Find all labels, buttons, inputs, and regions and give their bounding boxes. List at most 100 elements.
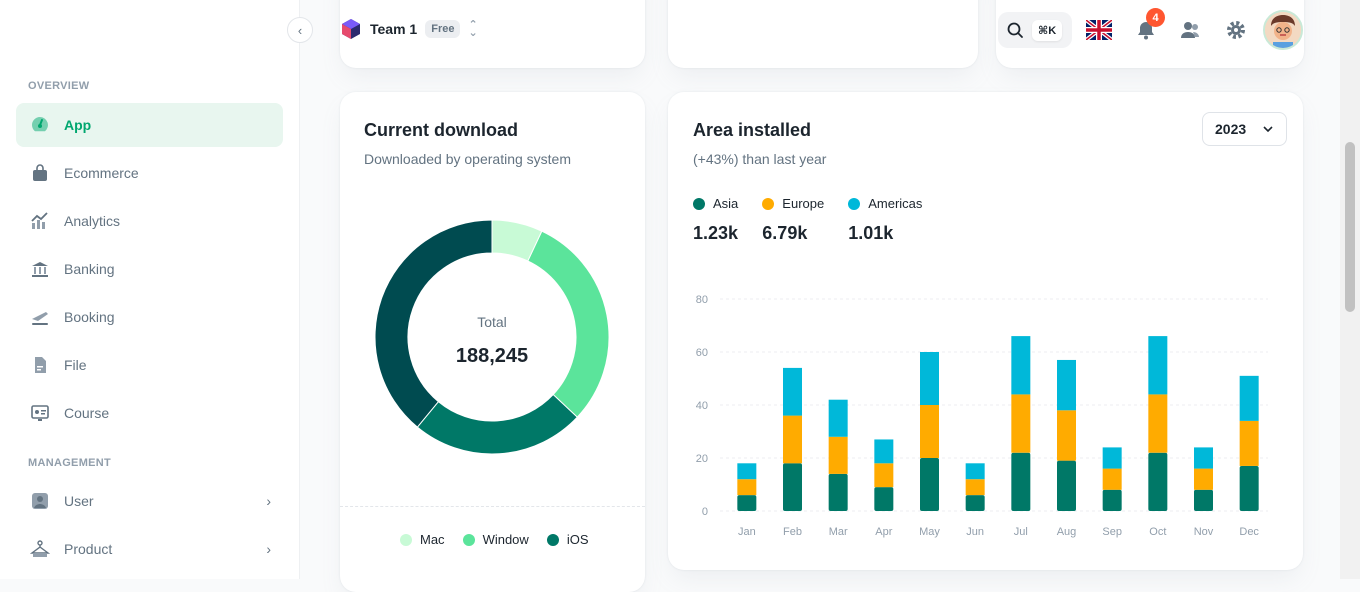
airplane-icon (28, 305, 52, 329)
sidebar-item-label: User (64, 493, 94, 509)
search-button[interactable]: ⌘K (998, 12, 1072, 48)
sidebar-item-user[interactable]: User › (16, 479, 283, 523)
sidebar-item-booking[interactable]: Booking (16, 295, 283, 339)
course-icon (28, 401, 52, 425)
sidebar-item-label: Product (64, 541, 113, 557)
x-tick-label: Oct (1149, 526, 1166, 538)
legend-label: iOS (566, 532, 589, 547)
bar-asia-jan[interactable] (737, 495, 757, 511)
donut-total-label: Total (477, 314, 507, 330)
bar-americas-dec[interactable] (1239, 375, 1259, 421)
year-select-value: 2023 (1215, 121, 1247, 137)
bar-europe-aug[interactable] (1057, 410, 1076, 461)
donut-slice-ios[interactable] (416, 393, 578, 455)
bar-americas-aug[interactable] (1057, 359, 1076, 411)
x-tick-label: Jan (738, 526, 756, 538)
bar-asia-apr[interactable] (874, 487, 894, 511)
gear-icon (1227, 21, 1245, 39)
year-select[interactable]: 2023 (1202, 112, 1287, 146)
bar-asia-jun[interactable] (965, 495, 985, 511)
scrollbar-thumb[interactable] (1345, 142, 1355, 312)
bar-americas-mar[interactable] (828, 399, 848, 437)
bar-europe-jun[interactable] (965, 479, 985, 496)
user-avatar-icon (1265, 12, 1301, 48)
bar-americas-sep[interactable] (1102, 447, 1122, 469)
sidebar-item-analytics[interactable]: Analytics (16, 199, 283, 243)
sidebar-item-course[interactable]: Course (16, 391, 283, 435)
bar-europe-jul[interactable] (1011, 394, 1031, 453)
settings-button[interactable] (1222, 16, 1250, 44)
bar-europe-feb[interactable] (783, 415, 802, 464)
area-installed-card: Area installed (+43%) than last year 202… (668, 92, 1303, 570)
avatar[interactable] (1263, 10, 1303, 50)
sidebar-item-label: Booking (64, 309, 115, 325)
page-scrollbar[interactable] (1340, 0, 1360, 579)
user-icon (28, 489, 52, 513)
donut-chart: Total 188,245 (374, 219, 610, 455)
sidebar-item-product[interactable]: Product › (16, 527, 283, 571)
legend-item-europe: Europe 6.79k (762, 196, 824, 244)
sidebar-item-label: Analytics (64, 213, 121, 229)
sidebar-item-app[interactable]: App (16, 103, 283, 147)
x-tick-label: Apr (875, 526, 892, 538)
legend-value: 1.23k (693, 223, 739, 243)
sidebar-item-label: App (64, 117, 92, 133)
bar-americas-jul[interactable] (1011, 336, 1031, 395)
bar-asia-may[interactable] (920, 458, 939, 511)
donut-slice-android[interactable] (374, 219, 493, 428)
bar-americas-feb[interactable] (783, 367, 802, 416)
x-tick-label: Mar (829, 526, 848, 538)
sidebar-item-banking[interactable]: Banking (16, 247, 283, 291)
language-button[interactable] (1085, 16, 1113, 44)
x-tick-label: Dec (1239, 526, 1259, 538)
bar-asia-jul[interactable] (1011, 452, 1031, 511)
legend-item-asia: Asia 1.23k (693, 196, 738, 244)
bar-americas-oct[interactable] (1148, 336, 1168, 395)
y-tick-label: 80 (696, 294, 708, 306)
bar-europe-may[interactable] (920, 405, 939, 458)
bar-asia-oct[interactable] (1148, 452, 1168, 511)
card-subtitle: (+43%) than last year (693, 151, 827, 167)
chevron-updown-icon: ⌃ ⌄ (468, 19, 478, 39)
y-tick-label: 60 (696, 347, 708, 359)
sidebar-item-label: Ecommerce (64, 165, 139, 181)
sidebar: OVERVIEW App Ecommerce Analytics Banking… (0, 0, 300, 579)
chevron-down-icon (1263, 126, 1273, 133)
y-tick-label: 20 (696, 453, 708, 465)
area-legend: Asia 1.23k Europe 6.79k Americas 1.01k (693, 196, 922, 244)
bar-europe-apr[interactable] (874, 463, 894, 488)
legend-item-ios: iOS (546, 532, 589, 547)
bar-americas-jan[interactable] (737, 463, 757, 480)
bar-asia-mar[interactable] (828, 473, 848, 511)
sidebar-item-ecommerce[interactable]: Ecommerce (16, 151, 283, 195)
topbar: Team 1 Free ⌃ ⌄ ⌘K 4 (300, 0, 1340, 60)
bar-europe-nov[interactable] (1194, 468, 1213, 490)
notifications-button[interactable]: 4 (1132, 8, 1165, 44)
bar-asia-aug[interactable] (1057, 460, 1076, 511)
bar-europe-dec[interactable] (1239, 420, 1259, 466)
stacked-bar-chart: 0 20 40 60 80 Jan Feb Mar Apr May Jun Jul Aug Sep Oct N… (696, 294, 1268, 538)
legend-label: Window (482, 532, 529, 547)
bar-asia-dec[interactable] (1239, 465, 1259, 511)
bar-americas-apr[interactable] (874, 439, 894, 464)
bar-americas-may[interactable] (920, 352, 939, 405)
contacts-button[interactable] (1176, 16, 1204, 44)
team-switcher[interactable]: Team 1 Free ⌃ ⌄ (340, 18, 478, 40)
collapse-sidebar-button[interactable]: ‹ (287, 17, 313, 43)
chevron-right-icon: › (266, 493, 271, 509)
sidebar-item-file[interactable]: File (16, 343, 283, 387)
legend-label: Europe (782, 196, 825, 211)
bag-icon (28, 161, 52, 185)
contacts-icon (1181, 22, 1199, 38)
chart-icon (28, 209, 52, 233)
bar-europe-mar[interactable] (828, 436, 848, 474)
bar-europe-oct[interactable] (1148, 394, 1168, 453)
bar-europe-jan[interactable] (737, 479, 757, 496)
bar-asia-nov[interactable] (1194, 489, 1213, 511)
bar-americas-jun[interactable] (965, 463, 985, 480)
bar-americas-nov[interactable] (1194, 447, 1213, 469)
bar-asia-feb[interactable] (783, 463, 802, 511)
donut-slice-window[interactable] (527, 230, 610, 418)
bar-asia-sep[interactable] (1102, 489, 1122, 511)
bar-europe-sep[interactable] (1102, 468, 1122, 490)
